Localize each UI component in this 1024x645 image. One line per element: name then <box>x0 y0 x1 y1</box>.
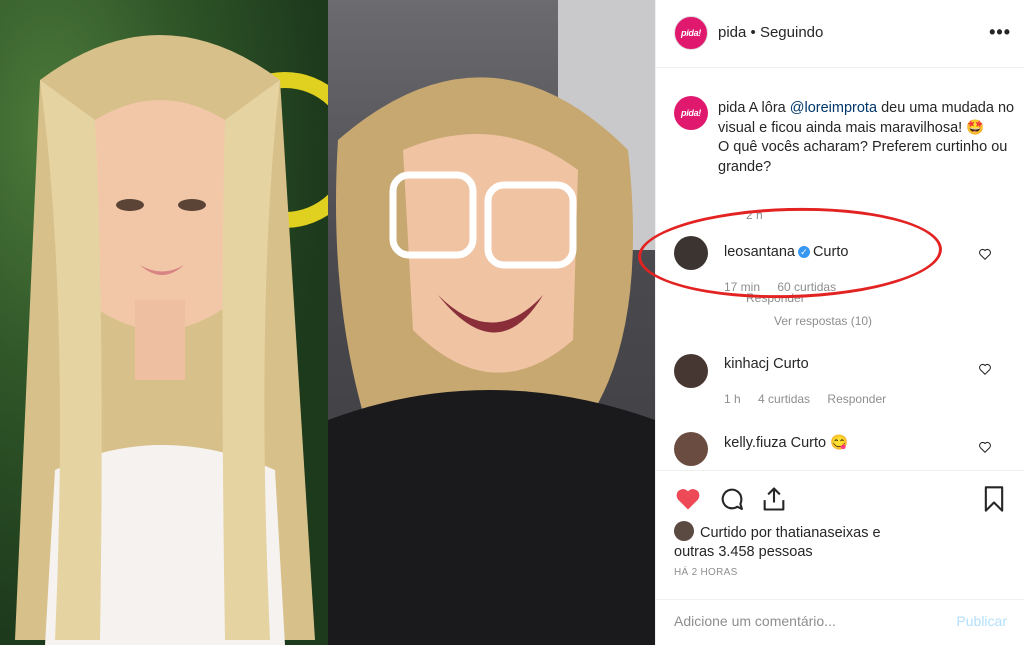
commenter-username[interactable]: kinhacj <box>724 356 769 372</box>
bookmark-icon[interactable] <box>980 485 1008 513</box>
likes-summary: Curtido por thatianaseixas e outras 3.45… <box>674 521 934 562</box>
comment-body: Curto <box>773 356 809 372</box>
comment-icon[interactable] <box>718 485 746 513</box>
caption-mention[interactable]: @loreimprota <box>790 100 877 116</box>
comment-body: Curto 😋 <box>790 435 849 451</box>
liked-by-suffix: e <box>872 525 881 541</box>
share-icon[interactable] <box>760 485 788 513</box>
comment-input[interactable]: Adicione um comentário... <box>674 613 836 629</box>
more-options-icon[interactable]: ••• <box>989 22 1011 43</box>
commenter-avatar[interactable] <box>674 354 708 388</box>
caption-question: O quê vocês acharam? Preferem curtinho o… <box>718 139 1008 175</box>
avatar-logo-text: pida! <box>681 108 701 118</box>
commenter-avatar[interactable] <box>674 432 708 466</box>
header-title: pida • Seguindo <box>718 24 823 41</box>
comment-text: kinhacj Curto <box>724 356 809 372</box>
comment-item: kelly.fiuza Curto 😋 <box>674 432 1014 468</box>
follow-status[interactable]: Seguindo <box>760 24 823 41</box>
like-comment-icon[interactable] <box>978 247 992 261</box>
avatar-logo-text: pida! <box>681 28 701 38</box>
post-actions: Curtido por thatianaseixas e outras 3.45… <box>656 470 1024 640</box>
caption-avatar[interactable]: pida! <box>674 96 708 130</box>
liked-by-prefix: Curtido por <box>700 525 772 541</box>
account-avatar[interactable]: pida! <box>674 16 708 50</box>
comment-meta: 1 h 4 curtidas Responder <box>724 392 900 406</box>
comment-time: 1 h <box>724 392 741 406</box>
photo-right-short-hair <box>328 0 655 645</box>
portrait-illustration-left <box>15 35 328 645</box>
post-timestamp[interactable]: HÁ 2 HORAS <box>674 567 738 578</box>
liker-avatar[interactable] <box>674 521 694 541</box>
post-header: pida! pida • Seguindo ••• <box>656 0 1024 68</box>
likes-count[interactable]: outras 3.458 pessoas <box>674 544 813 560</box>
dot-separator: • <box>750 24 760 41</box>
comment-text: kelly.fiuza Curto 😋 <box>724 434 848 451</box>
account-username[interactable]: pida <box>718 24 746 41</box>
caption-username[interactable]: pida <box>718 100 745 116</box>
publish-button[interactable]: Publicar <box>956 613 1007 629</box>
add-comment-bar: Adicione um comentário... Publicar <box>656 599 1024 641</box>
caption-text: pida A lôra @loreimprota deu uma mudada … <box>718 99 1018 177</box>
liked-by-user[interactable]: thatianaseixas <box>776 525 869 541</box>
commenter-username[interactable]: kelly.fiuza <box>724 435 787 451</box>
post-image[interactable] <box>0 0 655 645</box>
caption-body-start: A lôra <box>748 100 786 116</box>
comment-likes[interactable]: 4 curtidas <box>758 392 810 406</box>
post-sidebar: pida! pida • Seguindo ••• pida! pida A l… <box>655 0 1024 645</box>
like-comment-icon[interactable] <box>978 362 992 376</box>
heart-icon[interactable] <box>674 485 702 513</box>
view-replies-link[interactable]: Ver respostas (10) <box>774 314 872 328</box>
portrait-illustration-right <box>328 0 655 645</box>
reply-button[interactable]: Responder <box>827 392 886 406</box>
photo-left-long-hair <box>0 0 328 645</box>
like-comment-icon[interactable] <box>978 440 992 454</box>
